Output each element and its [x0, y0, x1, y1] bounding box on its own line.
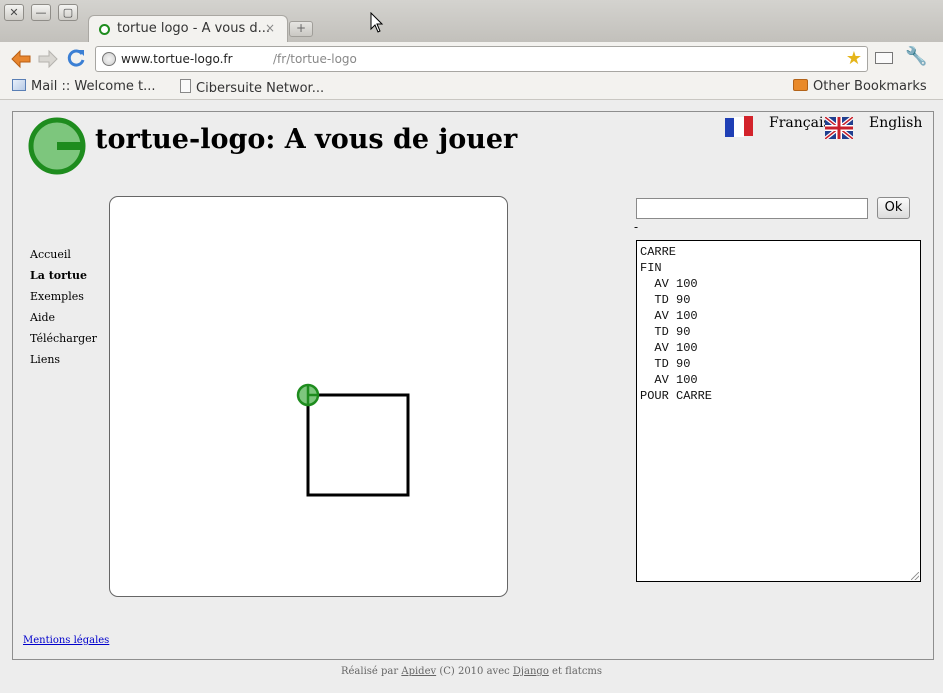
plus-icon: +: [295, 21, 307, 35]
browser-toolbar: www.tortue-logo.fr /fr/tortue-logo ★ 🔧: [0, 42, 943, 76]
nav-item-aide[interactable]: Aide: [30, 311, 97, 332]
program-line: AV 100: [640, 277, 698, 291]
lang-french-link[interactable]: Français: [769, 115, 831, 131]
mail-icon: [12, 79, 26, 91]
nav-item-exemples[interactable]: Exemples: [30, 290, 97, 311]
bookmark-label: Mail :: Welcome t...: [31, 79, 156, 94]
footer: Réalisé par Apidev (C) 2010 avec Django …: [0, 666, 943, 677]
status-dash: -: [634, 220, 639, 234]
close-icon: ✕: [9, 6, 19, 19]
window-minimize-button[interactable]: —: [31, 4, 51, 21]
url-path: /fr/tortue-logo: [273, 52, 357, 66]
turtle-icon: [296, 383, 320, 407]
ok-button[interactable]: Ok: [877, 197, 910, 219]
nav-item-accueil[interactable]: Accueil: [30, 248, 97, 269]
new-tab-button[interactable]: +: [289, 21, 313, 37]
window-close-button[interactable]: ✕: [4, 4, 24, 21]
mentions-legales-link[interactable]: Mentions légales: [23, 635, 109, 646]
program-line: FIN: [640, 261, 662, 275]
globe-icon: [102, 52, 116, 66]
page-menu-icon[interactable]: [875, 52, 893, 64]
command-input[interactable]: [636, 198, 868, 219]
site-nav: Accueil La tortue Exemples Aide Téléchar…: [30, 248, 97, 374]
program-line: TD 90: [640, 325, 691, 339]
page-title: tortue-logo: A vous de jouer: [95, 124, 518, 155]
maximize-icon: ▢: [62, 6, 74, 19]
bookmarks-bar: Mail :: Welcome t... Cibersuite Networ..…: [0, 76, 943, 100]
program-line: AV 100: [640, 341, 698, 355]
program-line: TD 90: [640, 293, 691, 307]
turtle-logo-icon: [28, 117, 86, 175]
browser-titlebar: ✕ — ▢ tortue logo - A vous d... × +: [0, 0, 943, 43]
page-icon: [180, 79, 191, 93]
url-host: www.tortue-logo.fr: [121, 52, 233, 66]
program-line: CARRE: [640, 245, 677, 259]
tab-close-icon[interactable]: ×: [265, 21, 275, 35]
turtle-drawing: [296, 383, 410, 497]
flag-uk-icon[interactable]: [825, 117, 853, 139]
nav-item-la-tortue[interactable]: La tortue: [30, 269, 97, 290]
page-content: tortue-logo: A vous de jouer Français En…: [12, 111, 934, 660]
program-line: AV 100: [640, 373, 698, 387]
program-textarea[interactable]: CARRE FIN AV 100 TD 90 AV 100 TD 90 AV 10…: [636, 240, 921, 582]
turtle-canvas[interactable]: [109, 196, 508, 597]
mouse-cursor-icon: [370, 12, 384, 33]
footer-suffix: et flatcms: [552, 666, 603, 677]
bookmark-cibersuite[interactable]: Cibersuite Networ...: [180, 79, 324, 96]
other-bookmarks[interactable]: Other Bookmarks: [793, 79, 927, 94]
nav-item-telecharger[interactable]: Télécharger: [30, 332, 97, 353]
window-maximize-button[interactable]: ▢: [58, 4, 78, 21]
other-bookmarks-label: Other Bookmarks: [813, 79, 927, 94]
address-bar[interactable]: www.tortue-logo.fr /fr/tortue-logo ★: [95, 46, 868, 72]
forward-icon[interactable]: [37, 49, 59, 69]
bookmark-mail[interactable]: Mail :: Welcome t...: [12, 79, 156, 94]
tab-title: tortue logo - A vous d...: [117, 21, 271, 36]
browser-tab[interactable]: tortue logo - A vous d... ×: [88, 15, 288, 43]
star-icon[interactable]: ★: [846, 48, 862, 69]
apidev-link[interactable]: Apidev: [401, 666, 436, 677]
program-line: AV 100: [640, 309, 698, 323]
back-icon[interactable]: [10, 49, 32, 69]
footer-middle: (C) 2010 avec: [439, 666, 510, 677]
folder-icon: [793, 79, 808, 91]
lang-english-link[interactable]: English: [869, 115, 922, 131]
footer-prefix: Réalisé par: [340, 666, 399, 677]
bookmark-label: Cibersuite Networ...: [196, 81, 325, 96]
wrench-icon[interactable]: 🔧: [905, 46, 927, 67]
minimize-icon: —: [35, 6, 47, 19]
program-line: TD 90: [640, 357, 691, 371]
program-line: POUR CARRE: [640, 389, 713, 403]
nav-item-liens[interactable]: Liens: [30, 353, 97, 374]
drawn-square: [306, 393, 410, 497]
reload-icon[interactable]: [66, 48, 86, 68]
tab-favicon: [99, 24, 110, 35]
django-link[interactable]: Django: [513, 666, 549, 677]
flag-fr-icon[interactable]: [725, 116, 753, 138]
resize-grip-icon[interactable]: [911, 572, 919, 580]
